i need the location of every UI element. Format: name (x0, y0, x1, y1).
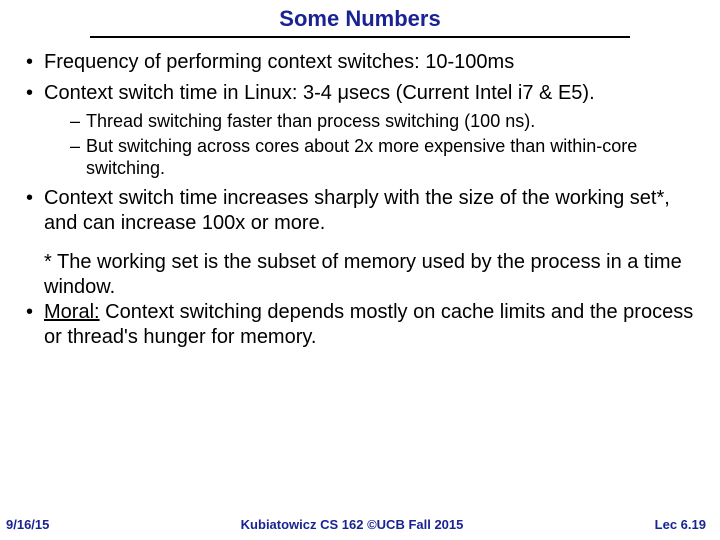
slide: Some Numbers Frequency of performing con… (0, 0, 720, 540)
bullet-item: Moral: Context switching depends mostly … (22, 300, 700, 350)
bullet-text: Frequency of performing context switches… (44, 51, 514, 73)
bullet-text: Context switch time increases sharply wi… (44, 187, 670, 234)
moral-list: Moral: Context switching depends mostly … (22, 300, 700, 350)
moral-text: Context switching depends mostly on cach… (44, 301, 693, 348)
sub-bullet-list: Thread switching faster than process swi… (44, 110, 700, 180)
sub-bullet-text: Thread switching faster than process swi… (86, 111, 535, 131)
moral-label: Moral: (44, 301, 100, 323)
footer-course: Kubiatowicz CS 162 ©UCB Fall 2015 (49, 517, 654, 532)
slide-body: Frequency of performing context switches… (0, 50, 720, 350)
bullet-text: Context switch time in Linux: 3-4 μsecs … (44, 82, 595, 104)
footer-date: 9/16/15 (6, 517, 49, 532)
footer: 9/16/15 Kubiatowicz CS 162 ©UCB Fall 201… (0, 517, 720, 532)
slide-title: Some Numbers (0, 0, 720, 36)
bullet-item: Context switch time increases sharply wi… (22, 186, 700, 236)
sub-bullet-item: But switching across cores about 2x more… (70, 135, 700, 180)
working-set-note: * The working set is the subset of memor… (22, 250, 700, 300)
title-underline (90, 36, 630, 38)
sub-bullet-item: Thread switching faster than process swi… (70, 110, 700, 133)
bullet-item: Context switch time in Linux: 3-4 μsecs … (22, 81, 700, 180)
sub-bullet-text: But switching across cores about 2x more… (86, 136, 637, 179)
bullet-item: Frequency of performing context switches… (22, 50, 700, 75)
bullet-list: Frequency of performing context switches… (22, 50, 700, 236)
footer-lecture: Lec 6.19 (655, 517, 706, 532)
